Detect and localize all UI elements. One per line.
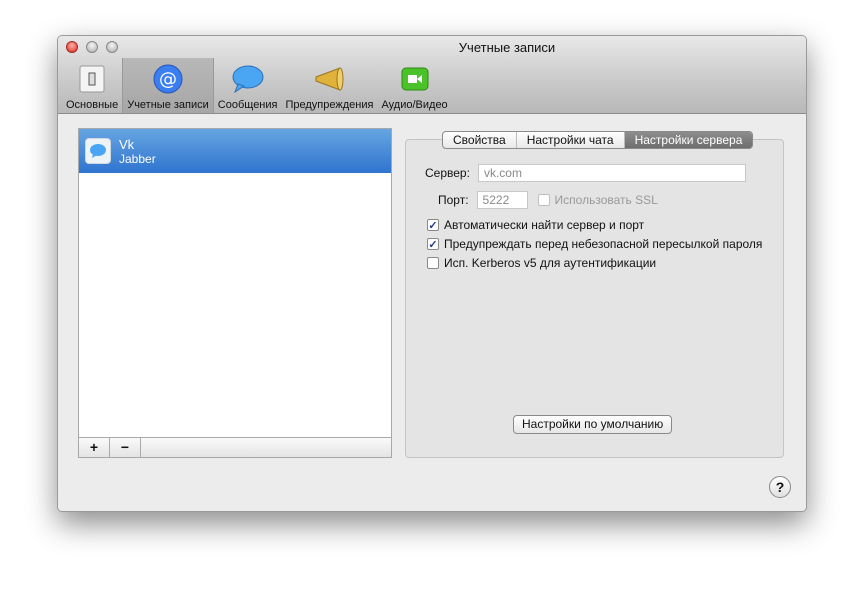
title-bar: Учетные записи Основные @ Учетные записи…: [58, 36, 806, 114]
server-label: Сервер:: [425, 166, 470, 180]
toolbar-audio-video[interactable]: Аудио/Видео: [377, 58, 451, 113]
window-title: Учетные записи: [458, 40, 556, 55]
settings-panel: [405, 139, 784, 458]
kerberos-checkbox[interactable]: [427, 257, 439, 269]
toolbar-label: Учетные записи: [127, 99, 209, 111]
at-icon: @: [152, 64, 184, 94]
add-account-button[interactable]: +: [79, 438, 110, 457]
ssl-label: Использовать SSL: [554, 193, 658, 207]
toolbar-label: Основные: [66, 99, 119, 111]
help-button[interactable]: ?: [769, 476, 791, 498]
kerberos-label: Исп. Kerberos v5 для аутентификации: [444, 256, 657, 270]
tab-bar: Свойства Настройки чата Настройки сервер…: [442, 131, 754, 149]
auto-server-checkbox[interactable]: ✓: [427, 219, 439, 232]
toolbar-accounts[interactable]: @ Учетные записи: [122, 58, 214, 113]
svg-text:@: @: [159, 69, 177, 90]
port-label: Порт:: [438, 193, 469, 207]
megaphone-icon: [313, 64, 345, 94]
speech-bubble-icon: [232, 64, 264, 94]
server-input[interactable]: vk.com: [477, 164, 746, 182]
toolbar-alerts[interactable]: Предупреждения: [281, 58, 377, 113]
account-name: Vk: [119, 136, 135, 152]
tab-server-settings[interactable]: Настройки сервера: [624, 132, 753, 148]
tab-properties[interactable]: Свойства: [443, 132, 517, 148]
account-type: Jabber: [119, 151, 156, 166]
account-item[interactable]: Vk Jabber: [79, 129, 391, 173]
accounts-list[interactable]: Vk Jabber + −: [78, 128, 392, 458]
warn-password-label: Предупреждать перед небезопасной пересыл…: [444, 237, 763, 251]
warn-password-checkbox[interactable]: ✓: [427, 238, 439, 251]
defaults-button[interactable]: Настройки по умолчанию: [513, 415, 673, 434]
auto-server-label: Автоматически найти сервер и порт: [444, 218, 645, 232]
ssl-checkbox[interactable]: [537, 194, 550, 206]
preferences-window: Учетные записи Основные @ Учетные записи…: [57, 35, 807, 512]
switch-icon: [76, 64, 108, 94]
port-input[interactable]: 5222: [476, 191, 528, 209]
toolbar-label: Аудио/Видео: [381, 99, 448, 111]
toolbar-label: Предупреждения: [285, 99, 374, 111]
video-camera-icon: [399, 64, 431, 94]
toolbar-general[interactable]: Основные: [62, 58, 122, 113]
toolbar-label: Сообщения: [217, 99, 278, 111]
jabber-icon: [85, 138, 111, 164]
remove-account-button[interactable]: −: [110, 438, 141, 457]
tab-chat-settings[interactable]: Настройки чата: [517, 132, 625, 148]
toolbar-messages[interactable]: Сообщения: [214, 58, 282, 113]
